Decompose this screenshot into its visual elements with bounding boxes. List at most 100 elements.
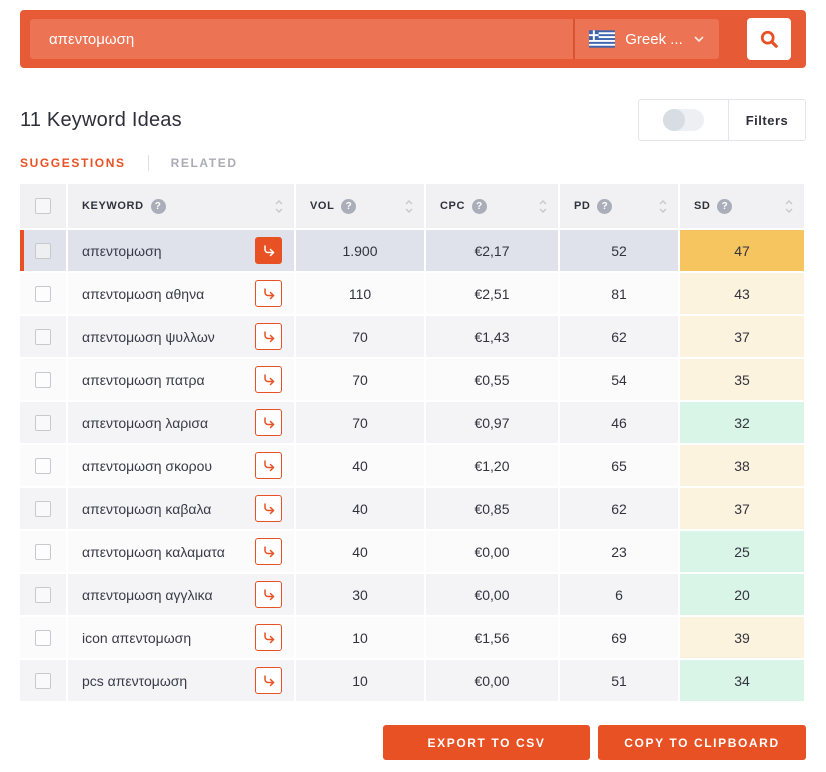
copy-clipboard-button[interactable]: COPY TO CLIPBOARD xyxy=(598,725,806,760)
search-icon xyxy=(759,29,780,50)
language-selector[interactable]: Greek ... xyxy=(573,19,719,59)
sort-icon[interactable] xyxy=(538,199,548,214)
select-all-checkbox[interactable] xyxy=(35,198,51,214)
pd-cell: 52 xyxy=(560,230,678,271)
search-this-keyword-button[interactable] xyxy=(255,538,282,565)
table-row[interactable]: απεντομωση πατρα70€0,555435 xyxy=(20,359,804,400)
table-row[interactable]: icon απεντομωση10€1,566939 xyxy=(20,617,804,658)
search-this-keyword-button[interactable] xyxy=(255,366,282,393)
tab-suggestions[interactable]: SUGGESTIONS xyxy=(20,156,126,170)
column-header-keyword[interactable]: KEYWORD ? xyxy=(68,184,294,228)
row-checkbox[interactable] xyxy=(35,458,51,474)
sort-icon[interactable] xyxy=(274,199,284,214)
keyword-cell[interactable]: απεντομωση ψυλλων xyxy=(68,316,294,357)
column-header-vol[interactable]: VOL ? xyxy=(296,184,424,228)
pd-cell: 51 xyxy=(560,660,678,701)
language-label: Greek ... xyxy=(625,31,683,48)
pd-cell: 65 xyxy=(560,445,678,486)
table-row[interactable]: απεντομωση λαρισα70€0,974632 xyxy=(20,402,804,443)
help-icon[interactable]: ? xyxy=(472,199,487,214)
search-this-keyword-button[interactable] xyxy=(255,323,282,350)
keyword-cell[interactable]: icon απεντομωση xyxy=(68,617,294,658)
row-checkbox[interactable] xyxy=(35,587,51,603)
keyword-cell[interactable]: απεντομωση καλαματα xyxy=(68,531,294,572)
search-this-keyword-button[interactable] xyxy=(255,667,282,694)
search-this-keyword-button[interactable] xyxy=(255,452,282,479)
table-row[interactable]: pcs απεντομωση10€0,005134 xyxy=(20,660,804,701)
search-this-keyword-button[interactable] xyxy=(255,409,282,436)
search-this-keyword-button[interactable] xyxy=(255,237,282,264)
keyword-cell[interactable]: pcs απεντομωση xyxy=(68,660,294,701)
cpc-cell: €0,00 xyxy=(426,660,558,701)
keyword-cell[interactable]: απεντομωση αθηνα xyxy=(68,273,294,314)
sort-icon[interactable] xyxy=(658,199,668,214)
bottom-actions: EXPORT TO CSV COPY TO CLIPBOARD xyxy=(20,725,806,760)
search-this-keyword-button[interactable] xyxy=(255,280,282,307)
help-icon[interactable]: ? xyxy=(341,199,356,214)
search-this-keyword-button[interactable] xyxy=(255,581,282,608)
keyword-cell[interactable]: απεντομωση λαρισα xyxy=(68,402,294,443)
pd-cell: 62 xyxy=(560,488,678,529)
keyword-cell[interactable]: απεντομωση πατρα xyxy=(68,359,294,400)
keyword-text: icon απεντομωση xyxy=(82,630,191,646)
column-header-cpc[interactable]: CPC ? xyxy=(426,184,558,228)
row-checkbox[interactable] xyxy=(35,415,51,431)
row-checkbox-cell xyxy=(20,617,66,658)
row-checkbox-cell xyxy=(20,230,66,271)
row-checkbox[interactable] xyxy=(35,243,51,259)
row-checkbox[interactable] xyxy=(35,286,51,302)
hook-arrow-icon xyxy=(261,458,277,474)
filters-toggle[interactable] xyxy=(639,100,729,140)
table-row[interactable]: απεντομωση αθηνα110€2,518143 xyxy=(20,273,804,314)
keyword-cell[interactable]: απεντομωση καβαλα xyxy=(68,488,294,529)
sort-icon[interactable] xyxy=(404,199,414,214)
sd-cell: 39 xyxy=(680,617,804,658)
search-input[interactable] xyxy=(30,19,573,59)
table-row[interactable]: απεντομωση σκορου40€1,206538 xyxy=(20,445,804,486)
tab-related[interactable]: RELATED xyxy=(171,156,238,170)
search-this-keyword-button[interactable] xyxy=(255,495,282,522)
toggle-knob[interactable] xyxy=(663,109,685,131)
row-checkbox[interactable] xyxy=(35,544,51,560)
search-this-keyword-button[interactable] xyxy=(255,624,282,651)
vol-cell: 10 xyxy=(296,660,424,701)
row-checkbox[interactable] xyxy=(35,673,51,689)
row-checkbox-cell xyxy=(20,273,66,314)
row-checkbox-cell xyxy=(20,574,66,615)
keyword-cell[interactable]: απεντομωση αγγλικα xyxy=(68,574,294,615)
table-row[interactable]: απεντομωση αγγλικα30€0,00620 xyxy=(20,574,804,615)
keyword-cell[interactable]: απεντομωση σκορου xyxy=(68,445,294,486)
filters-button[interactable]: Filters xyxy=(729,100,805,140)
sort-icon[interactable] xyxy=(784,199,794,214)
keyword-text: απεντομωση αθηνα xyxy=(82,286,204,302)
keyword-text: απεντομωση καλαματα xyxy=(82,544,225,560)
sd-cell: 38 xyxy=(680,445,804,486)
cpc-cell: €0,00 xyxy=(426,574,558,615)
table-row[interactable]: απεντομωση ψυλλων70€1,436237 xyxy=(20,316,804,357)
hook-arrow-icon xyxy=(261,544,277,560)
table-row[interactable]: απεντομωση1.900€2,175247 xyxy=(20,230,804,271)
row-checkbox[interactable] xyxy=(35,372,51,388)
help-icon[interactable]: ? xyxy=(717,199,732,214)
column-header-sd[interactable]: SD ? xyxy=(680,184,804,228)
help-icon[interactable]: ? xyxy=(597,199,612,214)
export-csv-button[interactable]: EXPORT TO CSV xyxy=(383,725,590,760)
sd-cell: 47 xyxy=(680,230,804,271)
table-row[interactable]: απεντομωση καβαλα40€0,856237 xyxy=(20,488,804,529)
chevron-down-icon xyxy=(693,35,705,43)
toggle-track[interactable] xyxy=(663,109,704,131)
column-header-pd[interactable]: PD ? xyxy=(560,184,678,228)
tabs: SUGGESTIONS RELATED xyxy=(20,155,806,171)
table-row[interactable]: απεντομωση καλαματα40€0,002325 xyxy=(20,531,804,572)
vol-cell: 10 xyxy=(296,617,424,658)
vol-cell: 70 xyxy=(296,402,424,443)
search-button[interactable] xyxy=(747,18,791,60)
keyword-text: απεντομωση xyxy=(82,243,162,259)
greek-flag-icon xyxy=(589,30,615,48)
row-checkbox[interactable] xyxy=(35,329,51,345)
row-checkbox[interactable] xyxy=(35,630,51,646)
keyword-cell[interactable]: απεντομωση xyxy=(68,230,294,271)
help-icon[interactable]: ? xyxy=(151,199,166,214)
row-checkbox[interactable] xyxy=(35,501,51,517)
vol-cell: 40 xyxy=(296,488,424,529)
